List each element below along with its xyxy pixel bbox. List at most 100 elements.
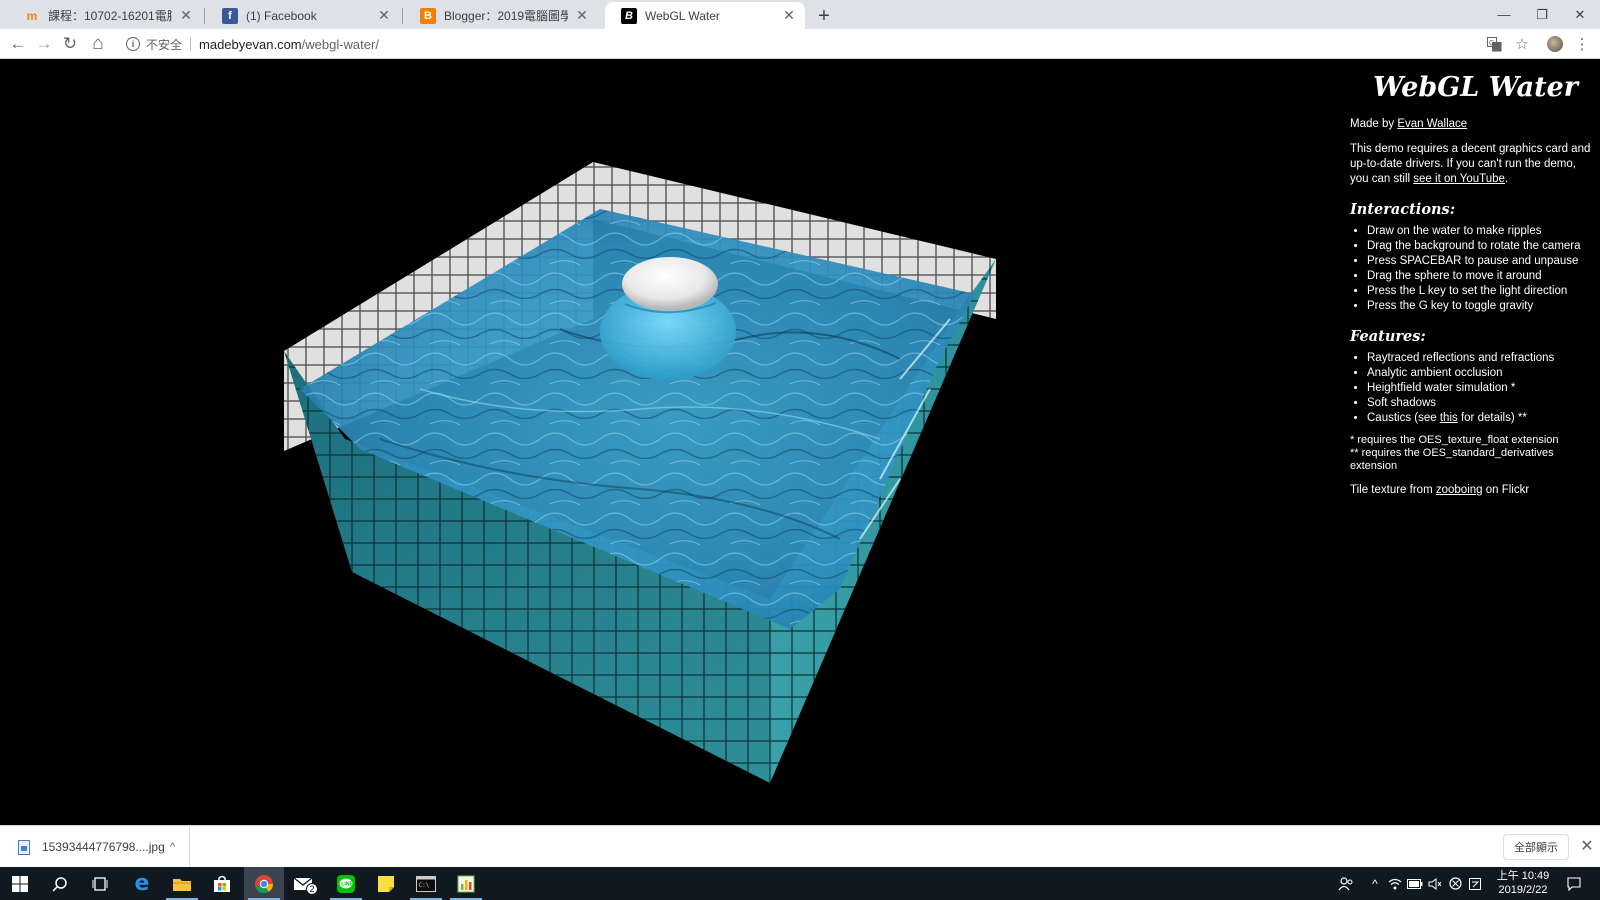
tab-title: (1) Facebook xyxy=(246,8,317,23)
close-icon[interactable]: ✕ xyxy=(178,7,194,24)
list-item: Draw on the water to make ripples xyxy=(1367,224,1595,239)
tab-title: WebGL Water xyxy=(645,8,720,23)
download-shelf: 15393444776798....jpg ^ 全部顯示 ✕ xyxy=(0,825,1600,868)
store-icon[interactable] xyxy=(202,867,242,900)
list-item: Press SPACEBAR to pause and unpause xyxy=(1367,254,1595,269)
tab-title: Blogger：2019電腦圖學A - 修改 xyxy=(444,9,568,23)
bookmark-star-icon[interactable]: ☆ xyxy=(1510,32,1534,56)
clock-time: 上午 10:49 xyxy=(1496,870,1550,882)
url-host: madebyevan.com xyxy=(199,36,302,52)
features-heading: Features: xyxy=(1350,328,1426,345)
list-item: Press the G key to toggle gravity xyxy=(1367,299,1595,314)
browser-window: m 課程：10702-16201電腦圖學 ✕ f (1) Facebook ✕ … xyxy=(0,0,1600,900)
tab-strip: m 課程：10702-16201電腦圖學 ✕ f (1) Facebook ✕ … xyxy=(0,0,1600,29)
edge-icon[interactable]: e xyxy=(122,867,162,900)
start-icon[interactable] xyxy=(0,867,40,900)
chart-app-icon[interactable] xyxy=(446,867,486,900)
image-file-icon xyxy=(18,839,30,855)
chrome-icon[interactable] xyxy=(244,867,284,900)
footnote-2: ** requires the OES_standard_derivatives… xyxy=(1350,447,1554,472)
tab-course[interactable]: m 課程：10702-16201電腦圖學 ✕ xyxy=(8,2,202,29)
volume-muted-icon[interactable] xyxy=(1426,867,1444,900)
forward-button[interactable]: → xyxy=(32,32,56,56)
info-icon[interactable]: i xyxy=(126,37,140,51)
list-item: Drag the background to rotate the camera xyxy=(1367,239,1595,254)
restore-button[interactable]: ❐ xyxy=(1523,0,1561,29)
back-button[interactable]: ← xyxy=(6,32,30,56)
moodle-icon: m xyxy=(26,8,38,23)
zooboing-link[interactable]: zooboing xyxy=(1436,484,1483,496)
url-path: /webgl-water/ xyxy=(301,36,379,52)
tab-facebook[interactable]: f (1) Facebook ✕ xyxy=(206,2,400,29)
line-icon[interactable]: LINE xyxy=(326,867,366,900)
list-item: Soft shadows xyxy=(1367,396,1595,411)
tab-separator xyxy=(204,8,205,24)
list-item-caustics: Caustics (see this for details) ** xyxy=(1367,411,1595,426)
security-label: 不安全 xyxy=(146,37,183,52)
intro-paragraph: This demo requires a decent graphics car… xyxy=(1350,142,1595,187)
webgl-water-icon: B xyxy=(621,7,637,24)
translate-icon[interactable]: G xyxy=(1482,32,1506,56)
list-item: Raytraced reflections and refractions xyxy=(1367,351,1595,366)
address-bar[interactable]: i 不安全 madebyevan.com /webgl-water/ xyxy=(118,32,1548,56)
made-by-prefix: Made by xyxy=(1350,118,1398,130)
interactions-heading: Interactions: xyxy=(1350,201,1456,218)
youtube-link[interactable]: see it on YouTube xyxy=(1413,173,1505,185)
clock-date: 2019/2/22 xyxy=(1498,884,1548,896)
tab-blogger[interactable]: B Blogger：2019電腦圖學A - 修改 ✕ xyxy=(404,2,598,29)
reload-button[interactable]: ↻ xyxy=(58,32,82,56)
close-window-button[interactable]: ✕ xyxy=(1561,0,1599,29)
tile-credit: Tile texture from zooboing on Flickr xyxy=(1350,483,1595,498)
chevron-up-icon[interactable]: ^ xyxy=(1366,867,1384,900)
list-item: Press the L key to set the light directi… xyxy=(1367,284,1595,299)
footnotes: * requires the OES_texture_float extensi… xyxy=(1350,434,1595,473)
battery-icon[interactable] xyxy=(1406,867,1424,900)
close-icon[interactable]: ✕ xyxy=(574,7,590,24)
download-file-name: 15393444776798....jpg xyxy=(42,840,165,854)
people-icon[interactable] xyxy=(1336,867,1356,900)
list-item: Drag the sphere to move it around xyxy=(1367,269,1595,284)
system-clock[interactable]: 上午 10:49 2019/2/22 xyxy=(1488,869,1558,897)
new-tab-button[interactable]: + xyxy=(812,4,836,28)
task-view-icon[interactable] xyxy=(80,867,120,900)
svg-text:C:\: C:\ xyxy=(419,882,430,889)
close-shelf-button[interactable]: ✕ xyxy=(1577,836,1597,856)
terminal-icon[interactable]: C:\ xyxy=(406,867,446,900)
blogger-icon: B xyxy=(420,7,436,24)
browser-toolbar: ← → ↻ ⌂ i 不安全 madebyevan.com /webgl-wate… xyxy=(0,29,1600,59)
features-list: Raytraced reflections and refractions An… xyxy=(1350,351,1595,426)
interactions-list: Draw on the water to make ripples Drag t… xyxy=(1350,224,1595,314)
author-link[interactable]: Evan Wallace xyxy=(1397,118,1467,130)
page-content: WebGL Water Made by Evan Wallace This de… xyxy=(0,59,1600,825)
caustics-link[interactable]: this xyxy=(1440,412,1458,424)
facebook-icon: f xyxy=(222,7,238,24)
mail-icon[interactable]: 2 xyxy=(284,867,324,900)
tab-webgl-water[interactable]: B WebGL Water ✕ xyxy=(605,2,805,29)
caustics-suffix: for details) ** xyxy=(1457,412,1527,424)
minimize-button[interactable]: — xyxy=(1485,0,1523,29)
made-by-line: Made by Evan Wallace xyxy=(1350,117,1595,132)
profile-avatar[interactable] xyxy=(1547,36,1563,52)
webgl-canvas[interactable] xyxy=(0,59,1340,825)
show-all-button[interactable]: 全部顯示 xyxy=(1503,834,1569,860)
divider xyxy=(190,37,192,51)
close-icon[interactable]: ✕ xyxy=(376,7,392,24)
notification-icon[interactable] xyxy=(1560,867,1588,900)
home-button[interactable]: ⌂ xyxy=(86,32,110,56)
caustics-prefix: Caustics (see xyxy=(1367,412,1440,424)
svg-text:LINE: LINE xyxy=(341,881,353,887)
sync-icon[interactable] xyxy=(1446,867,1464,900)
download-item[interactable]: 15393444776798....jpg ^ xyxy=(10,826,190,868)
footnote-1: * requires the OES_texture_float extensi… xyxy=(1350,434,1559,446)
close-icon[interactable]: ✕ xyxy=(781,7,797,24)
menu-icon[interactable]: ⋮ xyxy=(1570,32,1594,56)
intro-end: . xyxy=(1504,173,1509,185)
file-explorer-icon[interactable] xyxy=(162,867,202,900)
wifi-icon[interactable] xyxy=(1386,867,1404,900)
input-method-icon[interactable] xyxy=(1466,867,1484,900)
sticky-notes-icon[interactable] xyxy=(366,867,406,900)
search-icon[interactable] xyxy=(40,867,80,900)
tile-suffix: on Flickr xyxy=(1482,484,1530,496)
chevron-up-icon[interactable]: ^ xyxy=(170,841,175,853)
tile-prefix: Tile texture from xyxy=(1350,484,1436,496)
